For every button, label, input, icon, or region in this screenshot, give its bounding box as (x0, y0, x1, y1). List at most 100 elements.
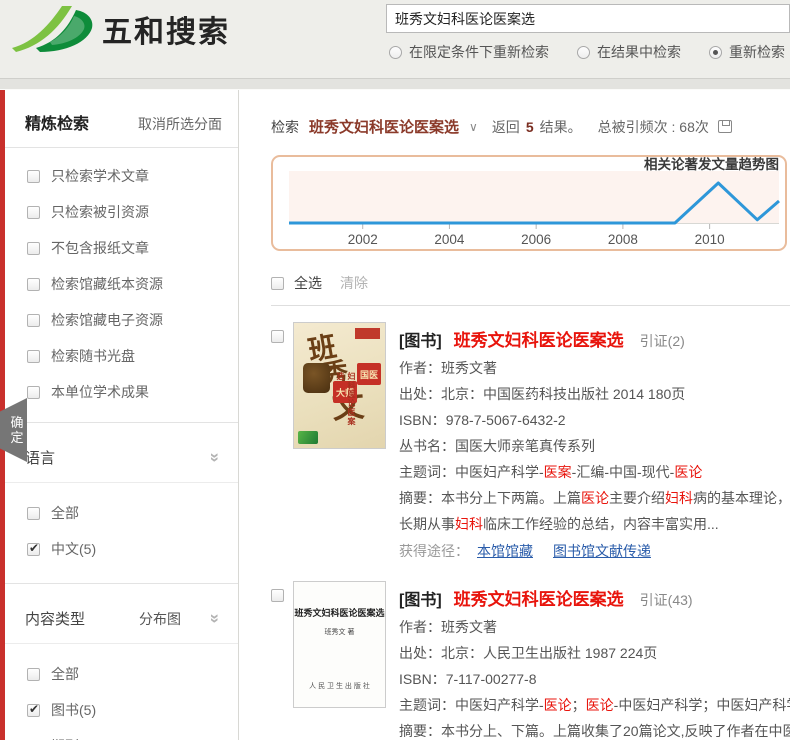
field-text-highlight: 医案 (544, 464, 572, 480)
select-all-checkbox[interactable] (271, 277, 284, 290)
select-all-label: 全选 (294, 273, 322, 293)
book-cover-plain: 班秀文妇科医论医案选班秀文 著人 民 卫 生 出 版 社 (294, 582, 385, 707)
search-summary: 检索 班秀文妇科医论医案选 ∨ 返回 5 结果。 总被引频次 : 68次 (271, 116, 790, 137)
search-mode-radio[interactable]: 重新检索 (709, 42, 785, 62)
double-chevron-down-icon[interactable] (207, 614, 224, 623)
search-mode-radio[interactable]: 在限定条件下重新检索 (389, 42, 549, 62)
filter-label: 不包含报纸文章 (51, 238, 149, 258)
filter-label: 检索馆藏电子资源 (51, 310, 163, 330)
cover-subtitle: 妇科医论医案选 (335, 372, 357, 434)
result-checkbox[interactable] (271, 330, 284, 343)
result-title-line: [图书] 班秀文妇科医论医案选引证(43) (399, 585, 790, 610)
facet-checkbox-item[interactable]: 期刊(1) (5, 728, 238, 740)
facet-checkbox-item[interactable]: 全部 (5, 495, 238, 531)
radio-icon[interactable] (577, 46, 590, 59)
search-label: 检索 (271, 117, 299, 137)
checkbox-icon[interactable] (27, 278, 40, 291)
checkbox-icon[interactable] (27, 242, 40, 255)
checkbox-icon[interactable] (27, 206, 40, 219)
result-title-link[interactable]: 班秀文妇科医论医案选 (454, 331, 624, 350)
field-text-highlight: 医论 (586, 697, 614, 713)
field-text: ； (572, 697, 586, 713)
access-label: 获得途径： (399, 543, 469, 559)
radio-label: 在结果中检索 (597, 42, 681, 62)
field-text: 本书分上、下篇。上篇收集了20篇论文,反映了作者在中医 (441, 723, 790, 739)
result-count: 5 (526, 119, 534, 135)
clear-selection-link[interactable]: 清除 (340, 273, 368, 293)
facet-checkbox-item[interactable]: 全部 (5, 656, 238, 692)
filter-checkbox-item[interactable]: 不包含报纸文章 (5, 230, 238, 266)
book-cover-thumbnail[interactable]: 班秀文国医大师妇科医论医案选 (293, 322, 386, 449)
radio-icon[interactable] (389, 46, 402, 59)
sidebar: 精炼检索 取消所选分面 只检索学术文章只检索被引资源不包含报纸文章检索馆藏纸本资… (0, 90, 239, 740)
filter-checkbox-item[interactable]: 只检索被引资源 (5, 194, 238, 230)
filter-checkbox-item[interactable]: 检索随书光盘 (5, 338, 238, 374)
query-link[interactable]: 班秀文妇科医论医案选 (309, 116, 459, 137)
field-text: 病的基本理论，下篇 (693, 490, 790, 506)
logo-leaf-icon (6, 2, 98, 56)
field-text: 国医大师亲笔真传系列 (455, 438, 595, 454)
search-mode-radio[interactable]: 在结果中检索 (577, 42, 681, 62)
field-label: ISBN： (399, 412, 446, 428)
checkbox-icon[interactable] (27, 704, 40, 717)
select-bar: 全选 清除 (271, 273, 790, 306)
results-list: 班秀文国医大师妇科医论医案选[图书]班秀文妇科医论医案选引证(2)作者：班秀文著… (271, 322, 790, 740)
access-link[interactable]: 本馆馆藏 (477, 543, 533, 559)
facet-section-header: 语言 (5, 423, 238, 483)
dropdown-caret-icon[interactable]: ∨ (469, 120, 478, 134)
filter-checkbox-item[interactable]: 本单位学术成果 (5, 374, 238, 410)
svg-text:2008: 2008 (608, 232, 638, 247)
clear-facets-link[interactable]: 取消所选分面 (138, 114, 222, 134)
facet-section-title: 内容类型 (25, 608, 85, 629)
checkbox-icon[interactable] (27, 507, 40, 520)
trend-chart-card: 相关论著发文量趋势图20022004200620082010 (271, 155, 787, 251)
radio-icon[interactable] (709, 46, 722, 59)
facet-sections: 语言全部中文(5)内容类型分布图全部图书(5)期刊(1)年鉴(1)信息资讯(2)… (5, 423, 238, 740)
return-prefix: 返回 (492, 117, 520, 137)
facet-label: 全部 (51, 664, 79, 684)
checkbox-icon[interactable] (27, 350, 40, 363)
checkbox-icon[interactable] (27, 386, 40, 399)
result-title-link[interactable]: 班秀文妇科医论医案选 (454, 590, 624, 609)
cover-publisher-logo (298, 431, 318, 444)
content: 精炼检索 取消所选分面 只检索学术文章只检索被引资源不包含报纸文章检索馆藏纸本资… (0, 90, 790, 740)
double-chevron-down-icon[interactable] (207, 453, 224, 462)
cover-banner (355, 328, 380, 339)
checkbox-icon[interactable] (27, 314, 40, 327)
field-label: 出处： (399, 386, 441, 402)
access-line: 获得途径： 本馆馆藏 图书馆文献传递 (399, 537, 790, 565)
field-label: 摘要： (399, 490, 441, 506)
logo[interactable]: 五和搜索 (6, 2, 230, 56)
field-text: 北京：人民卫生出版社 1987 224页 (441, 645, 657, 661)
result-field: 作者：班秀文著 (399, 355, 790, 381)
filter-checkbox-item[interactable]: 检索馆藏电子资源 (5, 302, 238, 338)
result-field: 摘要：本书分上下两篇。上篇医论主要介绍妇科病的基本理论，下篇医案 (399, 485, 790, 511)
facet-label: 中文(5) (51, 539, 96, 559)
search-input[interactable] (386, 4, 790, 33)
filter-checkbox-item[interactable]: 只检索学术文章 (5, 158, 238, 194)
citation-count[interactable]: 引证(43) (640, 592, 693, 608)
facet-checkbox-item[interactable]: 中文(5) (5, 531, 238, 567)
result-item: 班秀文国医大师妇科医论医案选[图书]班秀文妇科医论医案选引证(2)作者：班秀文著… (271, 322, 790, 565)
checkbox-icon[interactable] (27, 170, 40, 183)
facet-section-title: 语言 (25, 447, 55, 468)
header-divider (0, 78, 790, 90)
result-field: ISBN：978-7-5067-6432-2 (399, 407, 790, 433)
save-icon[interactable] (718, 120, 732, 133)
filter-checkbox-item[interactable]: 检索馆藏纸本资源 (5, 266, 238, 302)
field-text: 中医妇产科学- (455, 697, 544, 713)
field-text: 本书分上下两篇。上篇 (441, 490, 581, 506)
facet-checkbox-item[interactable]: 图书(5) (5, 692, 238, 728)
citation-count[interactable]: 引证(2) (640, 333, 685, 349)
field-label: 主题词： (399, 697, 455, 713)
result-checkbox[interactable] (271, 589, 284, 602)
result-type-tag: [图书] (399, 592, 442, 609)
distribution-map-link[interactable]: 分布图 (139, 609, 181, 629)
book-cover-thumbnail[interactable]: 班秀文妇科医论医案选班秀文 著人 民 卫 生 出 版 社 (293, 581, 386, 708)
result-detail: [图书]班秀文妇科医论医案选引证(2)作者：班秀文著出处：北京：中国医药科技出版… (399, 322, 790, 565)
access-link[interactable]: 图书馆文献传递 (553, 543, 651, 559)
checkbox-icon[interactable] (27, 543, 40, 556)
filter-list: 只检索学术文章只检索被引资源不包含报纸文章检索馆藏纸本资源检索馆藏电子资源检索随… (5, 148, 238, 423)
cover-publisher: 人 民 卫 生 出 版 社 (294, 681, 385, 691)
checkbox-icon[interactable] (27, 668, 40, 681)
